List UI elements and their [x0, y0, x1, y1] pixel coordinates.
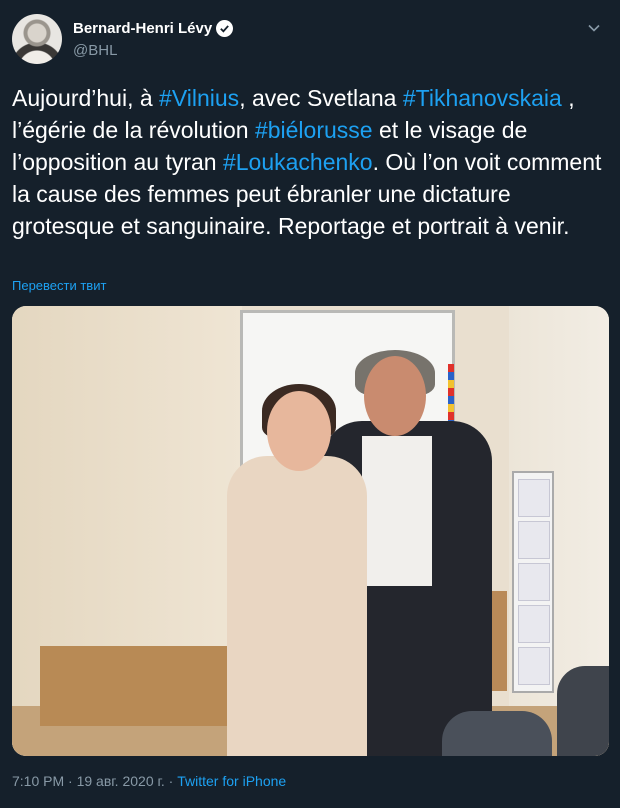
meta-separator: · — [164, 773, 178, 789]
chevron-down-icon[interactable] — [586, 20, 602, 36]
author-name[interactable]: Bernard-Henri Lévy — [73, 20, 212, 37]
tweet-text: Aujourd’hui, à #Vilnius, avec Svetlana #… — [12, 82, 608, 242]
photo-chair — [557, 666, 609, 756]
photo-desk — [40, 646, 250, 726]
hashtag-link[interactable]: #Loukachenko — [223, 149, 373, 175]
tweet-text-segment: , avec Svetlana — [239, 85, 403, 111]
tweet-header: Bernard-Henri Lévy @BHL — [12, 12, 608, 68]
tweet-date[interactable]: 19 авг. 2020 г. — [77, 773, 165, 789]
tweet-photo[interactable] — [12, 306, 609, 756]
photo-woman-head — [267, 391, 331, 471]
translate-tweet-link[interactable]: Перевести твит — [12, 278, 106, 293]
photo-brochure-rack — [512, 471, 554, 693]
meta-separator: · — [64, 773, 77, 789]
hashtag-link[interactable]: #biélorusse — [255, 117, 373, 143]
avatar[interactable] — [12, 14, 62, 64]
tweet-meta: 7:10 PM · 19 авг. 2020 г. · Twitter for … — [12, 773, 286, 789]
author-name-row[interactable]: Bernard-Henri Lévy — [73, 20, 234, 37]
photo-man-head — [364, 356, 426, 436]
hashtag-link[interactable]: #Tikhanovskaia — [403, 85, 562, 111]
tweet-source-link[interactable]: Twitter for iPhone — [177, 773, 286, 789]
tweet-time[interactable]: 7:10 PM — [12, 773, 64, 789]
photo-woman — [227, 456, 367, 756]
author-handle[interactable]: @BHL — [73, 42, 117, 59]
tweet-text-segment: Aujourd’hui, à — [12, 85, 160, 111]
verified-badge-icon — [216, 20, 234, 37]
hashtag-link[interactable]: #Vilnius — [159, 85, 239, 111]
photo-chair — [442, 711, 552, 756]
photo-man-shirt — [362, 436, 432, 586]
